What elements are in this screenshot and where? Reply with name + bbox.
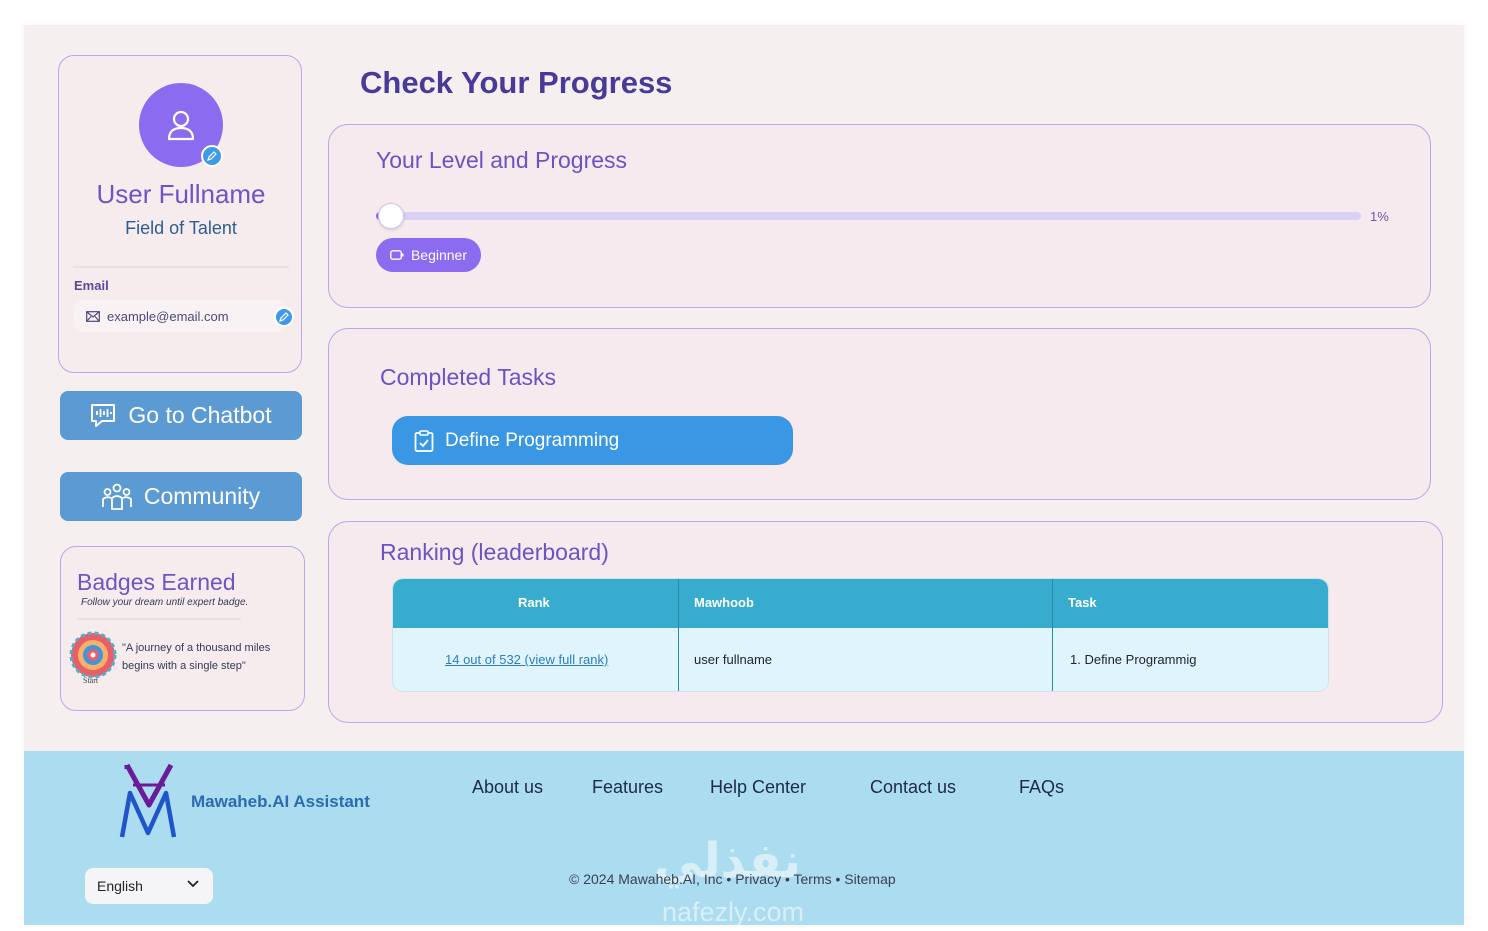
chatbot-icon [91, 403, 116, 427]
mawaheb-logo-icon [119, 763, 177, 838]
go-to-chatbot-label: Go to Chatbot [128, 402, 272, 428]
email-value: example@email.com [107, 308, 229, 324]
footer-link-contact[interactable]: Contact us [870, 777, 956, 798]
task-item[interactable]: Define Programming [392, 416, 793, 465]
language-select[interactable]: English [85, 868, 213, 904]
chevron-down-icon [187, 880, 199, 888]
column-header-mawhoob: Mawhoob [694, 595, 754, 610]
task-label: Define Programming [445, 429, 620, 451]
table-row: 14 out of 532 (view full rank) [445, 652, 608, 667]
badge-quote: "A journey of a thousand miles begins wi… [122, 642, 271, 672]
column-header-rank: Rank [518, 595, 550, 610]
completed-tasks-card: Completed Tasks Define Programming [328, 328, 1431, 500]
leaderboard-table: Rank Mawhoob Task 14 out of 532 (view fu… [393, 579, 1328, 691]
view-full-rank-link[interactable]: 14 out of 532 (view full rank) [445, 652, 608, 667]
footer-link-help-center[interactable]: Help Center [710, 777, 806, 798]
community-icon [101, 483, 132, 510]
divider [77, 618, 241, 620]
copyright: © 2024 Mawaheb.AI, Inc • Privacy • Terms… [569, 871, 896, 887]
user-icon [167, 110, 195, 141]
progress-percent: 1% [1370, 209, 1389, 224]
ranking-title: Ranking (leaderboard) [380, 539, 609, 565]
watermark-url: nafezly.com [662, 897, 805, 925]
column-divider [1052, 579, 1053, 691]
level-badge: Beginner [376, 238, 481, 272]
completed-tasks-title: Completed Tasks [380, 364, 556, 390]
level-progress-title: Your Level and Progress [376, 147, 628, 173]
column-header-task: Task [1068, 595, 1097, 610]
footer-link-faqs[interactable]: FAQs [1019, 777, 1064, 798]
table-cell-mawhoob: user fullname [694, 652, 773, 667]
page-frame: User Fullname Field of Talent Email exam… [24, 25, 1464, 925]
field-of-talent: Field of Talent [125, 218, 237, 238]
community-label: Community [143, 483, 261, 509]
footer: Mawaheb.AI Assistant About us Features H… [24, 751, 1464, 925]
community-button[interactable]: Community [60, 472, 302, 521]
mail-icon [86, 310, 100, 322]
footer-link-about[interactable]: About us [472, 777, 543, 798]
progress-track [376, 212, 1361, 220]
edit-email-button[interactable] [274, 307, 294, 327]
level-icon [390, 250, 404, 260]
language-value: English [97, 878, 143, 894]
email-label: Email [74, 278, 109, 293]
pencil-icon [279, 312, 289, 322]
column-divider [678, 579, 679, 691]
email-field: example@email.com [74, 300, 294, 332]
user-fullname: User Fullname [96, 179, 266, 209]
progress-thumb[interactable] [378, 203, 404, 229]
divider [73, 266, 289, 268]
profile-card: User Fullname Field of Talent Email exam… [58, 55, 302, 373]
ranking-card: Ranking (leaderboard) Rank Mawhoob Task … [328, 521, 1443, 723]
clipboard-check-icon [414, 429, 434, 452]
badge-caption: Start [83, 676, 99, 685]
footer-link-features[interactable]: Features [592, 777, 663, 798]
level-progress-card: Your Level and Progress 1% Beginner [328, 124, 1431, 308]
page-title: Check Your Progress [360, 65, 673, 100]
level-name: Beginner [410, 247, 468, 263]
badges-title: Badges Earned [77, 569, 236, 595]
badges-card: Badges Earned Follow your dream until ex… [60, 546, 305, 711]
edit-avatar-button[interactable] [201, 145, 223, 167]
go-to-chatbot-button[interactable]: Go to Chatbot [60, 391, 302, 440]
pencil-icon [207, 151, 217, 161]
brand-name: Mawaheb.AI Assistant [191, 792, 370, 811]
table-cell-task: 1. Define Programmig [1070, 652, 1197, 667]
badges-subtitle: Follow your dream until expert badge. [81, 597, 249, 608]
